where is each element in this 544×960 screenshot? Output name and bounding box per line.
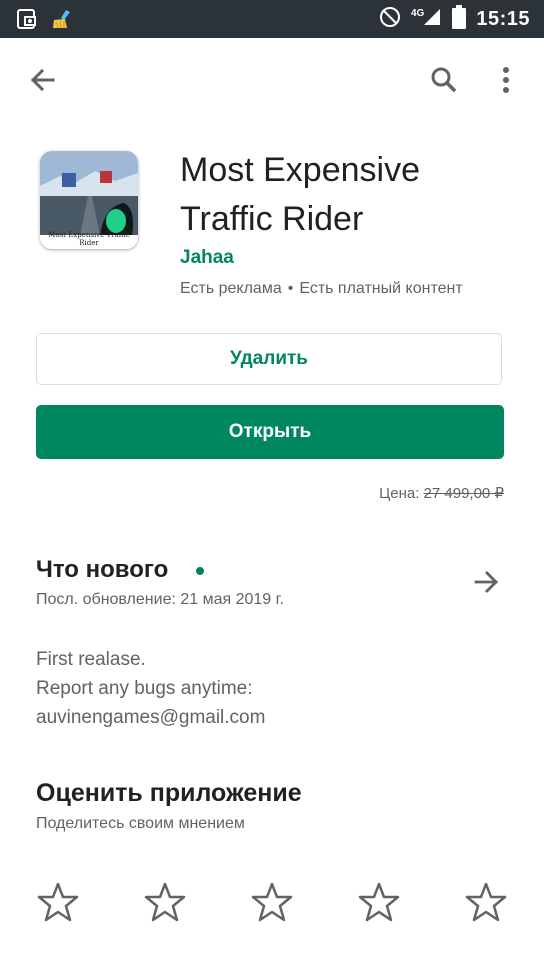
status-time: 15:15 <box>476 7 530 30</box>
signal-icon <box>422 7 442 32</box>
iap-notice: Есть платный контент <box>299 280 463 297</box>
price-value: 27 499,00 ₽ <box>423 485 504 502</box>
star-icon[interactable] <box>357 880 401 924</box>
app-title: Most Expensive Traffic Rider <box>180 151 420 238</box>
status-bar: 4G 15:15 <box>0 0 544 38</box>
more-vert-icon[interactable] <box>494 64 518 96</box>
battery-icon <box>452 4 467 34</box>
developer-link[interactable]: Jahaa <box>180 247 234 269</box>
release-note-line: Report any bugs anytime: <box>36 678 253 699</box>
app-icon-caption: Most Expensive Traffic Rider <box>48 231 130 247</box>
open-button[interactable]: Открыть <box>36 405 504 459</box>
arrow-right-icon[interactable] <box>472 567 502 597</box>
uninstall-button[interactable]: Удалить <box>36 333 502 385</box>
last-updated: Посл. обновление: 21 мая 2019 г. <box>36 591 284 608</box>
price-info: Цена: 27 499,00 ₽ <box>379 484 504 502</box>
new-indicator-dot <box>196 567 204 575</box>
whats-new-title[interactable]: Что нового <box>36 556 168 584</box>
price-label: Цена: <box>379 485 420 502</box>
star-icon[interactable] <box>464 880 508 924</box>
star-icon[interactable] <box>250 880 294 924</box>
screenshot-icon <box>16 8 38 35</box>
app-meta: Есть реклама • Есть платный контент <box>180 280 463 298</box>
app-icon: Most Expensive Traffic Rider <box>40 151 138 249</box>
cleaner-broom-icon <box>50 8 74 35</box>
rating-stars <box>36 880 508 924</box>
meta-separator: • <box>287 280 294 297</box>
ads-notice: Есть реклама <box>180 280 282 297</box>
app-bar <box>0 38 544 122</box>
release-notes: First realase. Report any bugs anytime: … <box>36 645 265 732</box>
star-icon[interactable] <box>36 880 80 924</box>
do-not-disturb-icon <box>379 6 401 33</box>
star-icon[interactable] <box>143 880 187 924</box>
back-arrow-icon[interactable] <box>26 64 58 96</box>
release-note-line: First realase. <box>36 649 146 670</box>
network-type: 4G <box>411 7 425 19</box>
rate-app-subtitle: Поделитесь своим мнением <box>36 815 245 832</box>
rate-app-title: Оценить приложение <box>36 779 302 807</box>
release-note-line: auvinengames@gmail.com <box>36 707 266 728</box>
search-icon[interactable] <box>428 64 460 96</box>
